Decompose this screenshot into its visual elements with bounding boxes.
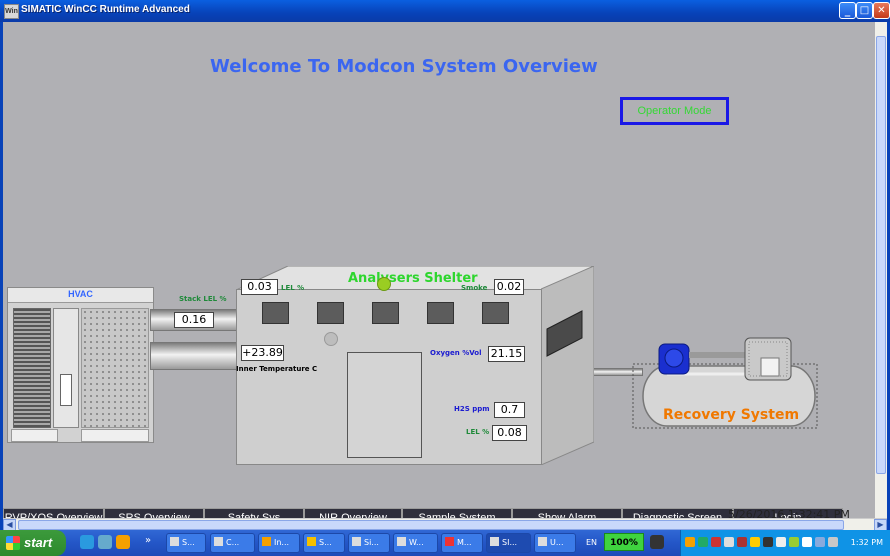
taskbar-item[interactable]: In... [258,533,300,553]
smoke-label: Smoke [461,284,488,292]
tray-icon[interactable] [828,537,838,547]
minimize-button[interactable]: _ [839,2,856,19]
shelter-door [347,352,422,458]
quicklaunch-overflow-icon[interactable]: » [145,535,151,546]
stack-lel-value: 0.16 [174,312,214,328]
oxygen-value: 21.15 [488,346,525,362]
hvac-label: HVAC [68,289,93,299]
tray-icon[interactable] [763,537,773,547]
tray-icon[interactable] [711,537,721,547]
hvac-unit[interactable]: HVAC [7,287,154,443]
lower-duct [150,342,238,370]
taskbar-item[interactable]: M... [441,533,483,553]
operator-mode-indicator[interactable]: Operator Mode [620,97,729,125]
shelter-side-wall [541,266,594,465]
inner-temp-value: +23.89 [241,345,284,361]
window-title-bar[interactable]: Win SIMATIC WinCC Runtime Advanced _ □ ✕ [0,0,890,22]
vertical-scroll-thumb[interactable] [876,36,886,474]
maximize-button[interactable]: □ [856,2,873,19]
status-led-green [377,277,391,291]
hvac-fan-grill [13,308,51,428]
wincc-app-icon[interactable]: Win [4,4,19,19]
status-led-off [324,332,338,346]
tray-icon[interactable] [750,537,760,547]
hvac-door [53,308,79,428]
shelter-title: Analysers Shelter [348,271,478,286]
oxygen-label: Oxygen %Vol [430,349,482,357]
taskbar-item[interactable]: S... [303,533,345,553]
page-title: Welcome To Modcon System Overview [210,56,598,77]
start-label: start [24,535,53,550]
outlook-quicklaunch-icon[interactable] [116,535,130,549]
tray-app-icon[interactable] [650,535,664,549]
lel-value: 0.03 [241,279,278,295]
recovery-system-label: Recovery System [663,407,800,423]
vertical-scrollbar[interactable] [875,22,887,518]
window-title: SIMATIC WinCC Runtime Advanced [21,4,190,15]
h2s-label: H2S ppm [454,405,490,413]
tray-icon[interactable] [685,537,695,547]
start-button[interactable]: start [0,530,66,556]
analyser-panel [372,302,399,324]
lel2-value: 0.08 [492,425,527,441]
hvac-handle [60,374,72,406]
quicklaunch-icon[interactable] [98,535,112,549]
horizontal-scroll-thumb[interactable] [18,520,844,530]
hvac-foot-right [81,429,149,442]
analyser-panel [262,302,289,324]
ie-quicklaunch-icon[interactable] [80,535,94,549]
taskbar-clock[interactable]: 1:32 PM [851,538,883,547]
zoom-indicator[interactable]: 100% [604,533,644,551]
taskbar-item[interactable]: S... [166,533,206,553]
taskbar-item[interactable]: W... [393,533,438,553]
tray-icon[interactable] [724,537,734,547]
tray-icon[interactable] [802,537,812,547]
taskbar-item[interactable]: C... [210,533,255,553]
tray-icon[interactable] [776,537,786,547]
tray-icon[interactable] [698,537,708,547]
hvac-foot-left [11,429,58,442]
lel2-label: LEL % [466,428,490,436]
hmi-screen: Welcome To Modcon System Overview Operat… [3,22,887,530]
hvac-header: HVAC [8,288,153,303]
windows-logo-icon [6,536,20,550]
analyser-panel [427,302,454,324]
language-indicator[interactable]: EN [586,538,597,547]
taskbar-item[interactable]: U... [534,533,576,553]
hvac-vent-panel [81,308,149,428]
close-button[interactable]: ✕ [873,2,890,19]
taskbar: start » S... C... In... S... Si... W... … [0,530,890,556]
lel-label: LEL % [281,284,305,292]
taskbar-item[interactable]: Si... [348,533,390,553]
inner-temp-label: Inner Temperature C [236,365,318,373]
taskbar-item-active[interactable]: SI... [486,533,531,553]
tray-icon[interactable] [789,537,799,547]
tray-icon[interactable] [737,537,747,547]
system-tray: 1:32 PM [680,530,890,556]
tray-icon[interactable] [815,537,825,547]
smoke-value: 0.02 [494,279,524,295]
analyser-panel [482,302,509,324]
analyser-panel [317,302,344,324]
stack-lel-label: Stack LEL % [179,295,227,303]
h2s-value: 0.7 [494,402,525,418]
